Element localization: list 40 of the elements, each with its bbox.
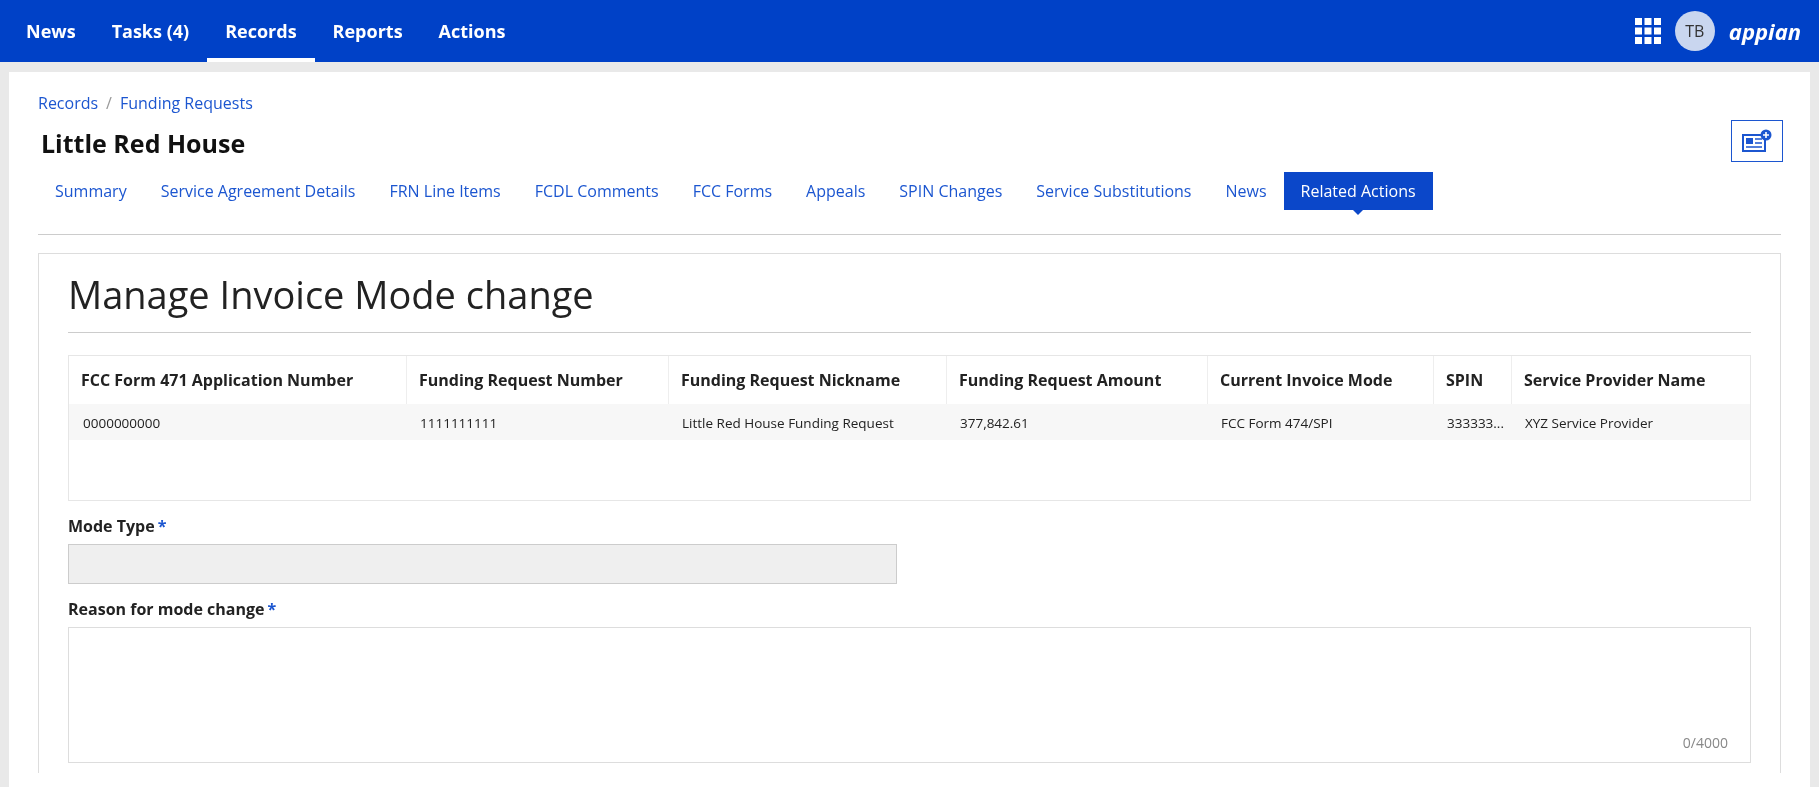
reason-text-area[interactable]: 0/4000 <box>68 627 1751 763</box>
nav-tab[interactable]: Reports <box>314 0 421 62</box>
newspaper-plus-icon <box>1741 129 1773 153</box>
record-tab[interactable]: Summary <box>38 172 144 210</box>
required-mark: * <box>267 598 277 620</box>
nav-tab[interactable]: News <box>8 0 94 62</box>
nav-tab[interactable]: Tasks (4) <box>93 0 208 62</box>
record-tab[interactable]: Service Substitutions <box>1019 172 1209 210</box>
table-cell-text: XYZ Service Provider <box>1524 414 1655 432</box>
table-cell-text: Little Red House Funding Request <box>681 414 895 432</box>
breadcrumb-separator: / <box>106 92 112 114</box>
field-label: Mode Type <box>68 515 155 537</box>
character-counter: 0/4000 <box>1682 733 1728 752</box>
record-tab[interactable]: News <box>1208 172 1284 210</box>
record-tab[interactable]: Appeals <box>789 172 883 210</box>
record-tab[interactable]: SPIN Changes <box>882 172 1020 210</box>
table-cell-text: 377,842.61 <box>959 414 1030 432</box>
record-tab[interactable]: Related Actions <box>1283 172 1433 210</box>
record-tab[interactable]: Service Agreement Details <box>143 172 373 210</box>
column-header: FCC Form 471 Application Number <box>80 368 355 393</box>
table-cell-text: 333333... <box>1446 414 1505 432</box>
logo: appian <box>1728 16 1801 46</box>
record-tab[interactable]: FCDL Comments <box>517 172 676 210</box>
record-title: Little Red House <box>41 126 246 160</box>
user-avatar[interactable]: TB <box>1674 11 1715 51</box>
breadcrumb-link[interactable]: Funding Requests <box>120 92 253 114</box>
record-tab[interactable]: FRN Line Items <box>372 172 518 210</box>
nav-tab[interactable]: Actions <box>420 0 524 62</box>
app-grid-icon[interactable] <box>1634 18 1661 44</box>
form-heading: Manage Invoice Mode change <box>68 268 1751 333</box>
breadcrumb-link[interactable]: Records <box>38 92 99 114</box>
table-cell-text: FCC Form 474/SPI <box>1220 414 1334 432</box>
nav-tab[interactable]: Records <box>207 0 315 62</box>
selected-caret-icon <box>1353 210 1364 215</box>
table-cell-text: 1111111111 <box>419 414 499 432</box>
field-label: Reason for mode change <box>68 598 265 620</box>
table-cell-text: 0000000000 <box>82 414 162 432</box>
record-tab[interactable]: FCC Forms <box>675 172 790 210</box>
required-mark: * <box>157 515 167 537</box>
news-entry-button[interactable] <box>1731 120 1783 162</box>
